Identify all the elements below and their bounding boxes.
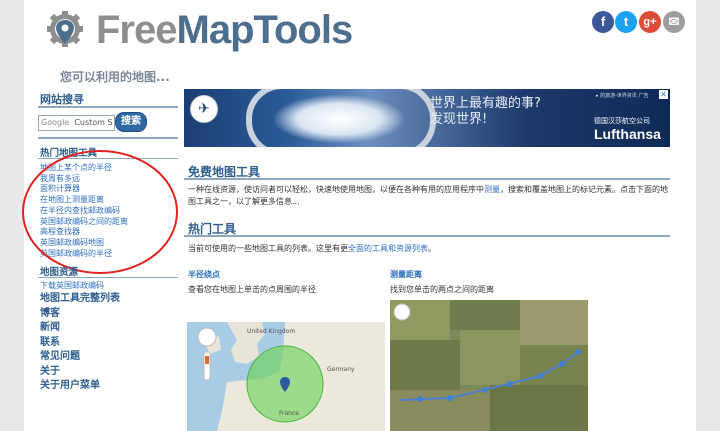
tool-distance-title[interactable]: 测量距离 [390, 269, 422, 280]
tool-distance-description: 找到您单击的两点之间的距离 [390, 285, 494, 294]
ad-headline-line2: 发现世界! [430, 112, 488, 127]
radius-map-thumbnail[interactable]: United Kingdom Germany France [187, 322, 385, 431]
ad-brand: Lufthansa [594, 126, 661, 142]
map-label-france: France [279, 410, 299, 417]
logo-text-free: Free [96, 8, 177, 52]
measure-link[interactable]: 测量 [484, 185, 500, 194]
sidebar-link-contact[interactable]: 联系 [40, 336, 180, 351]
site-logo[interactable]: FreeMapTools [96, 8, 354, 53]
hot-text-1: 当前可使用的一些地图工具的列表。这里有更 [188, 244, 348, 253]
twitter-icon[interactable]: t [615, 11, 637, 33]
sidebar-link-blog[interactable]: 博客 [40, 307, 180, 322]
hot-text-2: 。 [428, 244, 436, 253]
map-label-uk: United Kingdom [247, 328, 296, 335]
logo-pin-icon[interactable] [44, 10, 86, 52]
logo-text-maptools: MapTools [176, 8, 354, 52]
search-button[interactable]: 搜索 [115, 112, 147, 132]
sidebar-link-news[interactable]: 新闻 [40, 321, 180, 336]
lufthansa-crane-icon: ✈ [190, 95, 218, 123]
sidebar-divider [38, 106, 178, 108]
sidebar-link-download-postcodes[interactable]: 下载英国邮政编码 [40, 281, 180, 292]
ad-close-icon[interactable]: ✕ [659, 90, 668, 99]
search-placeholder: Custom S [74, 118, 113, 127]
search-input[interactable]: Google Custom S [38, 115, 115, 131]
free-text-1: 一种在线资源，使访问者可以轻松，快速地使用地图，以便在各种有用的应用程序中 [188, 185, 484, 194]
sidebar-main-links: 地图工具完整列表 博客 新闻 联系 常见问题 关于 关于用户菜单 [40, 292, 180, 394]
section-divider [184, 178, 670, 180]
hot-tools-description: 当前可使用的一些地图工具的列表。这里有更全面的工具和资源列表。 [188, 243, 670, 255]
free-tools-description: 一种在线资源，使访问者可以轻松，快速地使用地图，以便在各种有用的应用程序中测量，… [188, 184, 670, 208]
sidebar-link-full-tool-list[interactable]: 地图工具完整列表 [40, 292, 180, 307]
sidebar-link-faq[interactable]: 常见问题 [40, 350, 180, 365]
email-icon[interactable]: ✉ [663, 11, 685, 33]
resources-list: 下载英国邮政编码 [40, 281, 180, 292]
section-divider [184, 235, 670, 237]
site-tagline: 您可以利用的地图... [60, 70, 170, 84]
facebook-icon[interactable]: f [592, 11, 614, 33]
ad-small-label: ▸ 的旅游-世界资讯 广告 [596, 93, 649, 99]
ad-brand-cn: 德国汉莎航空公司 [594, 117, 650, 125]
ad-headline-line1: 世界上最有趣的事? [430, 96, 541, 111]
tool-radius-description: 查看您在地图上单击的点周围的半径 [188, 285, 316, 294]
search-heading: 网站搜寻 [40, 93, 84, 106]
sidebar-divider [38, 137, 178, 139]
tool-radius-title[interactable]: 半径绕点 [188, 269, 220, 280]
full-list-link[interactable]: 全面的工具和资源列表 [348, 244, 428, 253]
ad-headline: 世界上最有趣的事? 发现世界! [430, 96, 541, 128]
map-label-germany: Germany [327, 366, 355, 373]
twitter-glyph: t [623, 14, 629, 29]
google-plus-icon[interactable]: g+ [639, 11, 661, 33]
facebook-glyph: f [600, 14, 606, 29]
google-label: Google [41, 118, 70, 127]
red-highlight-circle [22, 150, 178, 274]
lufthansa-ad-banner[interactable]: ✈ 世界上最有趣的事? 发现世界! ▸ 的旅游-世界资讯 广告 ✕ 德国汉莎航空… [184, 89, 670, 147]
sidebar-divider [38, 277, 178, 278]
ad-airplane-window [246, 89, 436, 147]
sidebar-link-about-user-menu[interactable]: 关于用户菜单 [40, 379, 180, 394]
resources-heading: 地图资源 [40, 267, 79, 278]
sidebar-link-about[interactable]: 关于 [40, 365, 180, 380]
google-plus-glyph: g+ [643, 16, 657, 28]
distance-map-thumbnail[interactable] [390, 300, 588, 431]
email-glyph: ✉ [668, 14, 680, 29]
